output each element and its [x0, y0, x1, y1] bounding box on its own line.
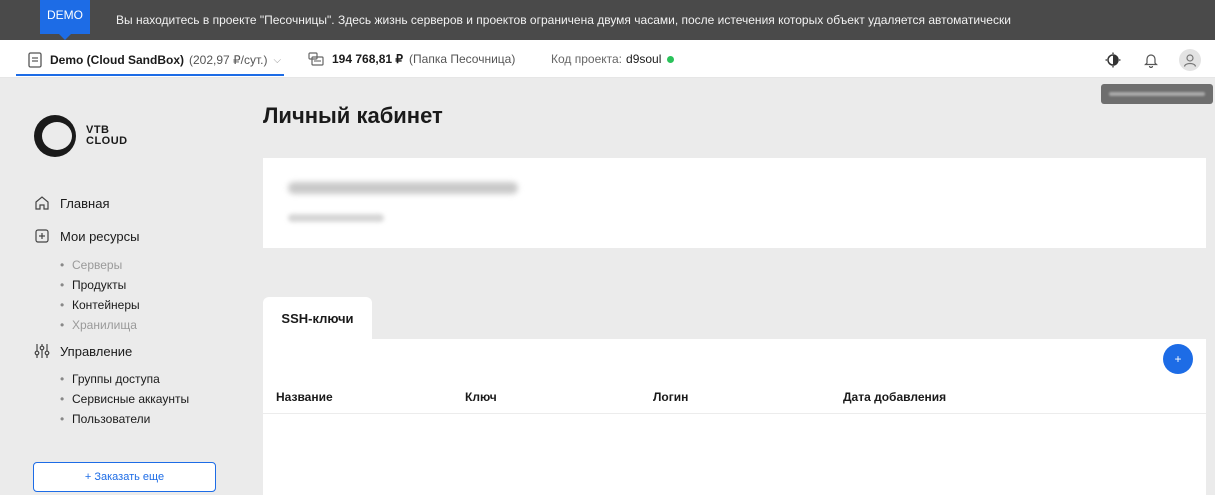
- demo-banner: DEMO Вы находитесь в проекте "Песочницы"…: [0, 0, 1215, 40]
- submenu-item-containers[interactable]: Контейнеры: [60, 295, 140, 315]
- demo-banner-message: Вы находитесь в проекте "Песочницы". Зде…: [116, 13, 1011, 27]
- submenu-item-service-accounts[interactable]: Сервисные аккаунты: [60, 389, 189, 409]
- submenu-item-users[interactable]: Пользователи: [60, 409, 189, 429]
- project-code-value: d9soul: [626, 52, 662, 66]
- balance: 194 768,81 ₽ (Папка Песочница): [308, 52, 515, 66]
- project-code: Код проекта: d9soul: [551, 52, 675, 66]
- sidebar-item-resources[interactable]: Мои ресурсы: [34, 226, 139, 246]
- wallet-icon: [308, 52, 324, 66]
- ssh-keys-panel: + Название Ключ Логин Дата добавления: [263, 339, 1206, 495]
- sidebar-item-label: Управление: [60, 343, 133, 359]
- demo-tag: DEMO: [40, 0, 90, 40]
- profile-email-blurred: [288, 214, 384, 222]
- theme-toggle-icon[interactable]: [1103, 50, 1123, 70]
- tab-ssh-keys[interactable]: SSH-ключи: [263, 297, 372, 339]
- sidebar-item-label: Мои ресурсы: [60, 228, 140, 244]
- logo-mark-icon: [34, 115, 76, 157]
- project-selector[interactable]: Demo (Cloud SandBox) (202,97 ₽/сут.) ⌵: [16, 46, 284, 76]
- document-icon: [28, 52, 42, 68]
- sidebar-item-label: Главная: [60, 195, 110, 211]
- balance-amount: 194 768,81 ₽: [332, 52, 404, 66]
- resources-submenu: Серверы Продукты Контейнеры Хранилища: [60, 255, 140, 335]
- sidebar: VTB CLOUD Главная Мои ресурсы Серверы Пр…: [0, 79, 246, 495]
- project-bar: Demo (Cloud SandBox) (202,97 ₽/сут.) ⌵ 1…: [0, 40, 1215, 78]
- header-actions: [1103, 49, 1201, 71]
- sidebar-item-management[interactable]: Управление: [34, 341, 132, 361]
- logo-text: VTB CLOUD: [86, 125, 128, 147]
- user-avatar-icon[interactable]: [1179, 49, 1201, 71]
- user-tooltip: [1101, 84, 1213, 104]
- submenu-item-servers[interactable]: Серверы: [60, 255, 140, 275]
- profile-name-blurred: [288, 182, 518, 194]
- project-rate: (202,97 ₽/сут.): [189, 53, 268, 67]
- column-header-date-added[interactable]: Дата добавления: [843, 390, 946, 404]
- settings-sliders-icon: [34, 344, 50, 358]
- profile-card: [263, 158, 1206, 248]
- page-title: Личный кабинет: [263, 103, 443, 128]
- submenu-item-products[interactable]: Продукты: [60, 275, 140, 295]
- column-header-login[interactable]: Логин: [653, 390, 688, 404]
- sidebar-item-home[interactable]: Главная: [34, 193, 109, 213]
- home-icon: [35, 196, 49, 210]
- user-tooltip-blurred-text: [1109, 92, 1205, 96]
- status-dot: [667, 55, 675, 63]
- table-header: Название Ключ Логин Дата добавления: [263, 386, 1206, 414]
- balance-folder: (Папка Песочница): [409, 52, 516, 66]
- column-header-name[interactable]: Название: [276, 390, 333, 404]
- project-code-label: Код проекта:: [551, 52, 623, 66]
- column-header-key[interactable]: Ключ: [465, 390, 497, 404]
- add-resource-icon: [35, 229, 49, 243]
- bell-icon[interactable]: [1141, 50, 1161, 70]
- order-more-button[interactable]: + Заказать еще: [33, 462, 216, 492]
- submenu-item-storage[interactable]: Хранилища: [60, 315, 140, 335]
- vtb-cloud-logo[interactable]: VTB CLOUD: [34, 115, 128, 157]
- chevron-down-icon: ⌵: [273, 54, 282, 66]
- project-name: Demo (Cloud SandBox): [50, 53, 184, 67]
- add-ssh-key-button[interactable]: +: [1163, 344, 1193, 374]
- management-submenu: Группы доступа Сервисные аккаунты Пользо…: [60, 369, 189, 429]
- logo-text-line2: CLOUD: [86, 135, 128, 147]
- submenu-item-access-groups[interactable]: Группы доступа: [60, 369, 189, 389]
